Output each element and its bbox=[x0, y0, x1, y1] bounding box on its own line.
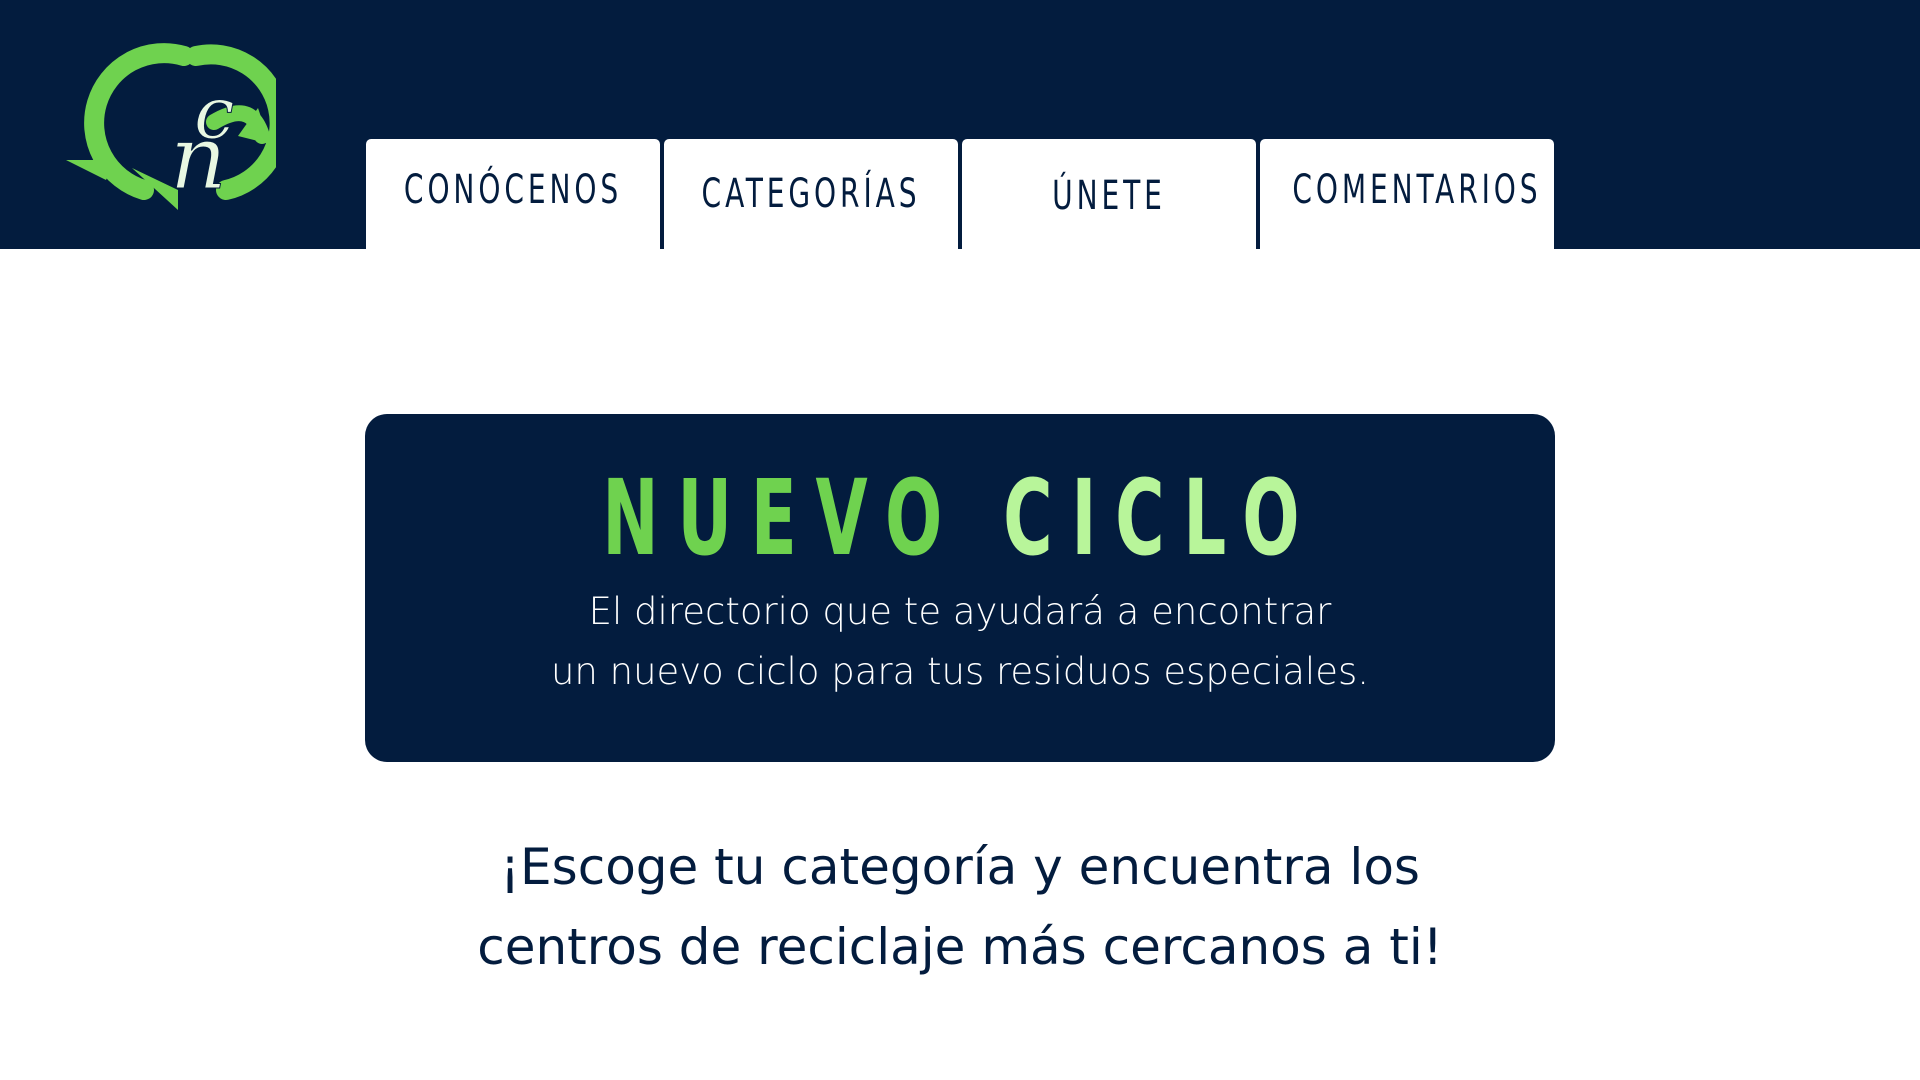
hero-subtitle-line-2: un nuevo ciclo para tus residuos especia… bbox=[550, 650, 1370, 693]
site-header: n c CONÓCENOS CATEGORÍAS ÚNETE COMENTARI… bbox=[0, 0, 1920, 249]
tab-label: ÚNETE bbox=[1052, 173, 1166, 219]
tab-label: COMENTARIOS bbox=[1292, 167, 1542, 213]
hero-subtitle-line-1: El directorio que te ayudará a encontrar bbox=[588, 590, 1332, 633]
hero-title: NUEVO CICLO bbox=[365, 458, 1555, 578]
tab-label: CATEGORÍAS bbox=[701, 171, 921, 217]
cta-text-line-2: centros de reciclaje más cercanos a ti! bbox=[477, 918, 1443, 976]
tab-label: CONÓCENOS bbox=[403, 167, 623, 213]
hero-title-word-ciclo: CICLO bbox=[1002, 457, 1318, 579]
tab-conocenos[interactable]: CONÓCENOS bbox=[366, 139, 660, 249]
tab-unete[interactable]: ÚNETE bbox=[962, 139, 1256, 249]
recycle-logo-icon[interactable]: n c bbox=[66, 40, 276, 215]
tab-comentarios[interactable]: COMENTARIOS bbox=[1260, 139, 1554, 249]
hero-title-word-nuevo: NUEVO bbox=[602, 457, 961, 579]
tab-categorias[interactable]: CATEGORÍAS bbox=[664, 139, 958, 249]
cta-text-line-1: ¡Escoge tu categoría y encuentra los bbox=[500, 838, 1420, 896]
logo-letter-c: c bbox=[194, 71, 234, 155]
hero-banner: NUEVO CICLO El directorio que te ayudará… bbox=[365, 414, 1555, 762]
